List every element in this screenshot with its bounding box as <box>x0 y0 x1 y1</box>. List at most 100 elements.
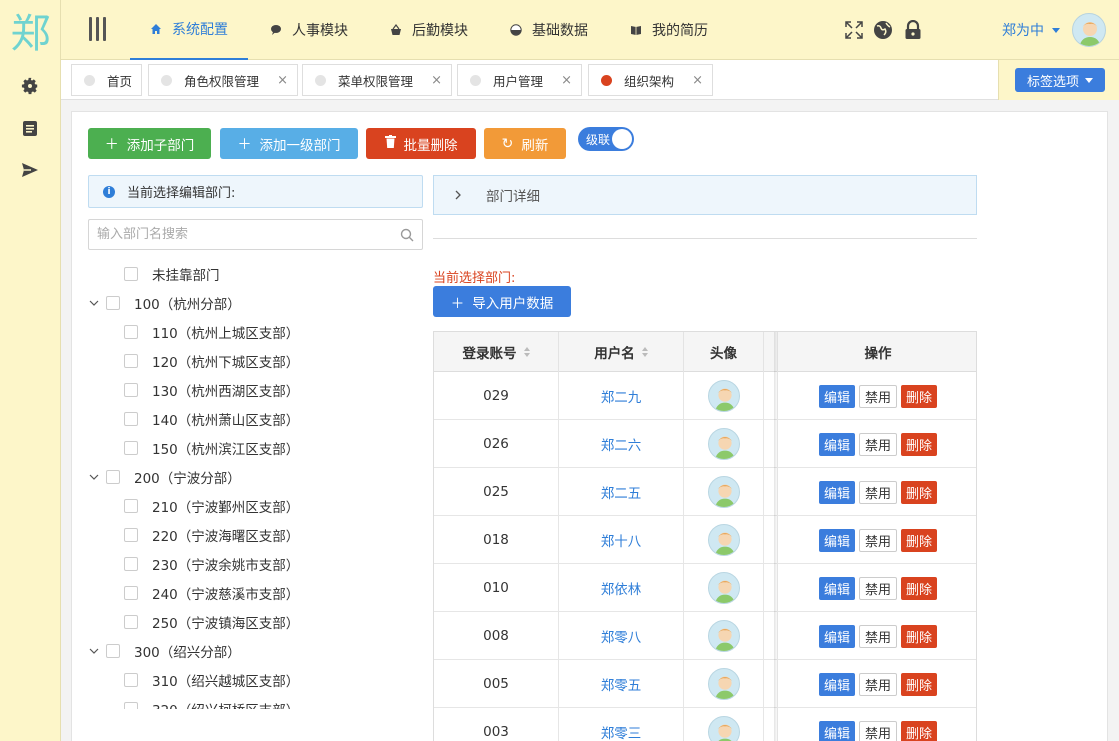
edit-button[interactable]: 编辑 <box>818 720 855 741</box>
ban-button[interactable]: 禁用 <box>858 528 897 552</box>
tree-checkbox[interactable] <box>106 643 120 658</box>
tree-node[interactable]: 100（杭州分部） <box>88 288 241 317</box>
close-icon[interactable]: × <box>277 73 288 88</box>
close-icon[interactable]: × <box>692 73 703 88</box>
tree-checkbox[interactable] <box>124 672 138 687</box>
cell-username-link[interactable]: 郑二六 <box>559 420 684 468</box>
tree-node[interactable]: 130（杭州西湖区支部） <box>124 375 299 404</box>
sort-icon[interactable] <box>641 347 648 357</box>
delete-button[interactable]: 删除 <box>901 720 938 741</box>
tree-checkbox[interactable] <box>124 585 138 600</box>
nav-item-logistics[interactable]: 后勤模块 <box>390 0 468 60</box>
edit-button[interactable]: 编辑 <box>818 432 855 456</box>
delete-button[interactable]: 删除 <box>901 624 938 648</box>
nav-item-base-data[interactable]: 基础数据 <box>510 0 588 60</box>
tree-node[interactable]: 140（杭州萧山区支部） <box>124 404 299 433</box>
edit-button[interactable]: 编辑 <box>818 576 855 600</box>
tab-menu-permission[interactable]: 菜单权限管理 × <box>302 64 452 96</box>
menu-toggle-icon[interactable] <box>87 15 109 43</box>
delete-button[interactable]: 删除 <box>901 480 938 504</box>
nav-item-resume[interactable]: 我的简历 <box>630 0 708 60</box>
batch-delete-button[interactable]: 批量删除 <box>366 128 476 159</box>
tree-node[interactable]: 300（绍兴分部） <box>88 636 241 665</box>
tree-node[interactable]: 220（宁波海曙区支部） <box>124 520 299 549</box>
tree-checkbox[interactable] <box>124 614 138 629</box>
tree-checkbox[interactable] <box>124 266 138 281</box>
chevron-down-icon[interactable] <box>88 471 100 483</box>
dept-detail-collapse[interactable]: 部门详细 <box>433 175 977 215</box>
dept-search-input[interactable] <box>89 220 389 249</box>
tab-options-button[interactable]: 标签选项 <box>1015 68 1105 92</box>
tree-node[interactable]: 240（宁波慈溪市支部） <box>124 578 299 607</box>
edit-button[interactable]: 编辑 <box>818 624 855 648</box>
send-icon[interactable] <box>17 157 43 183</box>
edit-button[interactable]: 编辑 <box>818 384 855 408</box>
tree-checkbox[interactable] <box>124 498 138 513</box>
ban-button[interactable]: 禁用 <box>858 480 897 504</box>
edit-button[interactable]: 编辑 <box>818 528 855 552</box>
tree-checkbox[interactable] <box>124 701 138 709</box>
tree-node[interactable]: 320（绍兴柯桥区支部） <box>124 694 299 709</box>
cell-username-link[interactable]: 郑零八 <box>559 612 684 660</box>
nav-item-hr[interactable]: 人事模块 <box>270 0 348 60</box>
tree-checkbox[interactable] <box>124 382 138 397</box>
tab-org-structure[interactable]: 组织架构 × <box>588 64 713 96</box>
nav-item-system-config[interactable]: 系统配置 <box>130 0 248 60</box>
cell-username-link[interactable]: 郑二五 <box>559 468 684 516</box>
search-icon[interactable] <box>400 228 414 242</box>
delete-button[interactable]: 删除 <box>901 432 938 456</box>
delete-button[interactable]: 删除 <box>901 576 938 600</box>
delete-button[interactable]: 删除 <box>901 384 938 408</box>
tree-checkbox[interactable] <box>106 469 120 484</box>
tree-node[interactable]: 110（杭州上城区支部） <box>124 317 299 346</box>
gear-icon[interactable] <box>17 73 43 99</box>
column-header-account[interactable]: 登录账号 <box>434 332 559 372</box>
tree-checkbox[interactable] <box>124 440 138 455</box>
tab-home[interactable]: 首页 <box>71 64 142 96</box>
cell-username-link[interactable]: 郑依林 <box>559 564 684 612</box>
tree-node[interactable]: 未挂靠部门 <box>106 259 220 288</box>
add-top-dept-button[interactable]: ＋ 添加一级部门 <box>220 128 358 159</box>
ban-button[interactable]: 禁用 <box>858 432 897 456</box>
ban-button[interactable]: 禁用 <box>858 384 897 408</box>
ban-button[interactable]: 禁用 <box>858 720 897 741</box>
avatar[interactable] <box>1072 13 1106 47</box>
chevron-down-icon[interactable] <box>88 297 100 309</box>
tree-node[interactable]: 120（杭州下城区支部） <box>124 346 299 375</box>
tree-node[interactable]: 210（宁波鄞州区支部） <box>124 491 299 520</box>
tree-checkbox[interactable] <box>124 353 138 368</box>
user-menu[interactable]: 郑为中 <box>1002 0 1060 60</box>
globe-icon[interactable] <box>873 20 893 40</box>
lock-icon[interactable] <box>904 19 924 40</box>
sort-icon[interactable] <box>523 347 530 357</box>
ban-button[interactable]: 禁用 <box>858 672 897 696</box>
ban-button[interactable]: 禁用 <box>858 576 897 600</box>
fullscreen-icon[interactable] <box>844 20 864 40</box>
close-icon[interactable]: × <box>561 73 572 88</box>
delete-button[interactable]: 删除 <box>901 528 938 552</box>
edit-button[interactable]: 编辑 <box>818 672 855 696</box>
cell-username-link[interactable]: 郑零五 <box>559 660 684 708</box>
tab-role-permission[interactable]: 角色权限管理 × <box>148 64 298 96</box>
import-user-data-button[interactable]: ＋ 导入用户数据 <box>433 286 571 317</box>
document-icon[interactable] <box>17 115 43 141</box>
tree-checkbox[interactable] <box>124 556 138 571</box>
chevron-down-icon[interactable] <box>88 645 100 657</box>
ban-button[interactable]: 禁用 <box>858 624 897 648</box>
tree-node[interactable]: 200（宁波分部） <box>88 462 241 491</box>
tree-checkbox[interactable] <box>124 527 138 542</box>
cell-username-link[interactable]: 郑零三 <box>559 708 684 741</box>
tree-checkbox[interactable] <box>106 295 120 310</box>
cascade-toggle[interactable]: 级联 <box>578 127 634 151</box>
close-icon[interactable]: × <box>431 73 442 88</box>
cell-username-link[interactable]: 郑二九 <box>559 372 684 420</box>
add-child-dept-button[interactable]: ＋ 添加子部门 <box>88 128 211 159</box>
tree-checkbox[interactable] <box>124 411 138 426</box>
tree-node[interactable]: 310（绍兴越城区支部） <box>124 665 299 694</box>
cell-username-link[interactable]: 郑十八 <box>559 516 684 564</box>
refresh-button[interactable]: ↻ 刷新 <box>484 128 566 159</box>
tree-checkbox[interactable] <box>124 324 138 339</box>
edit-button[interactable]: 编辑 <box>818 480 855 504</box>
delete-button[interactable]: 删除 <box>901 672 938 696</box>
tree-node[interactable]: 150（杭州滨江区支部） <box>124 433 299 462</box>
